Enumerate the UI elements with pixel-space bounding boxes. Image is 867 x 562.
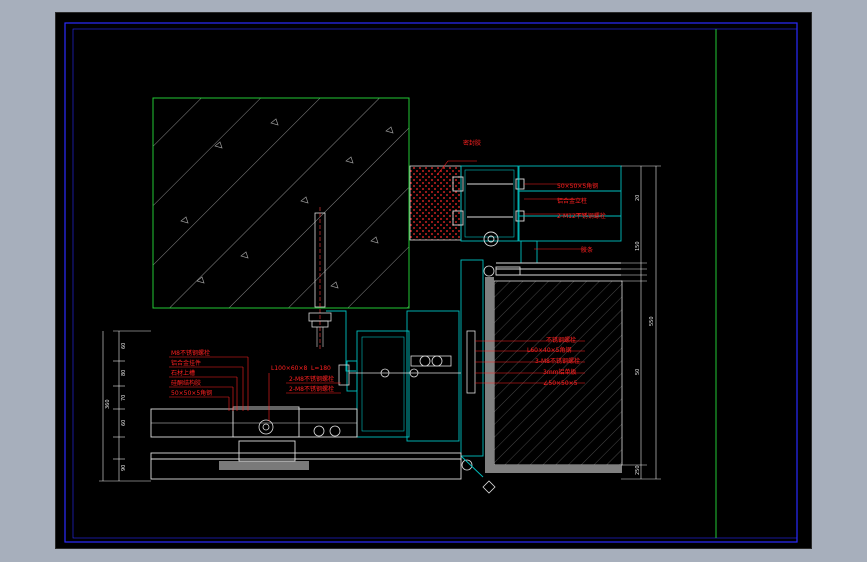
dim-left-2: 80 bbox=[121, 370, 127, 376]
dim-right-total: 550 bbox=[649, 316, 655, 326]
callout-stone-slot: 石材上槽 bbox=[171, 369, 195, 377]
stone-panel bbox=[461, 265, 623, 494]
callout-sealant: 密封胶 bbox=[463, 139, 481, 147]
callout-m8-bolt: M8不锈钢螺栓 bbox=[171, 349, 210, 357]
dim-left-5: 90 bbox=[121, 465, 127, 471]
callout-m8-a: 2-M8不锈钢螺栓 bbox=[289, 375, 334, 383]
dim-right-4: 50 bbox=[635, 369, 641, 375]
callout-silicone: 硅酮结构胶 bbox=[171, 379, 201, 387]
dim-right-2: 20 bbox=[635, 195, 641, 201]
cad-drawing: 密封胶 50×50×5角钢 铝合金立柱 2-M12不锈钢螺栓 胶条 不锈钢螺栓 … bbox=[64, 22, 798, 543]
callout-al-panel: 3mm铝单板 bbox=[543, 368, 577, 376]
callout-hanger: 铝合金挂件 bbox=[171, 359, 201, 367]
bolts bbox=[258, 330, 476, 437]
callout-gasket: 胶条 bbox=[581, 246, 593, 254]
dim-left-4: 60 bbox=[121, 420, 127, 426]
callout-mullion: 铝合金立柱 bbox=[557, 197, 587, 205]
callout-l180: L=180 bbox=[311, 365, 331, 372]
callout-angle-left: 50×50×5角钢 bbox=[171, 389, 212, 397]
right-dimension-chain bbox=[621, 165, 661, 480]
callout-m8-b: 2-M8不锈钢螺栓 bbox=[289, 385, 334, 393]
callout-angle-50: ∠50×50×5 bbox=[543, 380, 578, 387]
callout-angle-60: L60×40×5角钢 bbox=[527, 346, 572, 354]
callout-ss-bolt: 不锈钢螺栓 bbox=[546, 336, 576, 344]
callout-l100: L100×60×8 bbox=[271, 365, 307, 372]
dim-right-3: 150 bbox=[635, 241, 641, 251]
cad-viewport[interactable]: 密封胶 50×50×5角钢 铝合金立柱 2-M12不锈钢螺栓 胶条 不锈钢螺栓 … bbox=[55, 12, 812, 549]
dim-left-1: 60 bbox=[121, 343, 127, 349]
callout-angle-steel-top: 50×50×5角钢 bbox=[557, 182, 598, 190]
dim-left-3: 70 bbox=[121, 395, 127, 401]
dim-right-5: 250 bbox=[635, 465, 641, 475]
dim-left-total: 360 bbox=[105, 399, 111, 409]
concrete-wall bbox=[152, 97, 410, 309]
callout-m8-bolt-3: 3-M8不锈钢螺栓 bbox=[535, 357, 580, 365]
callout-m12-bolt: 2-M12不锈钢螺栓 bbox=[557, 212, 606, 220]
